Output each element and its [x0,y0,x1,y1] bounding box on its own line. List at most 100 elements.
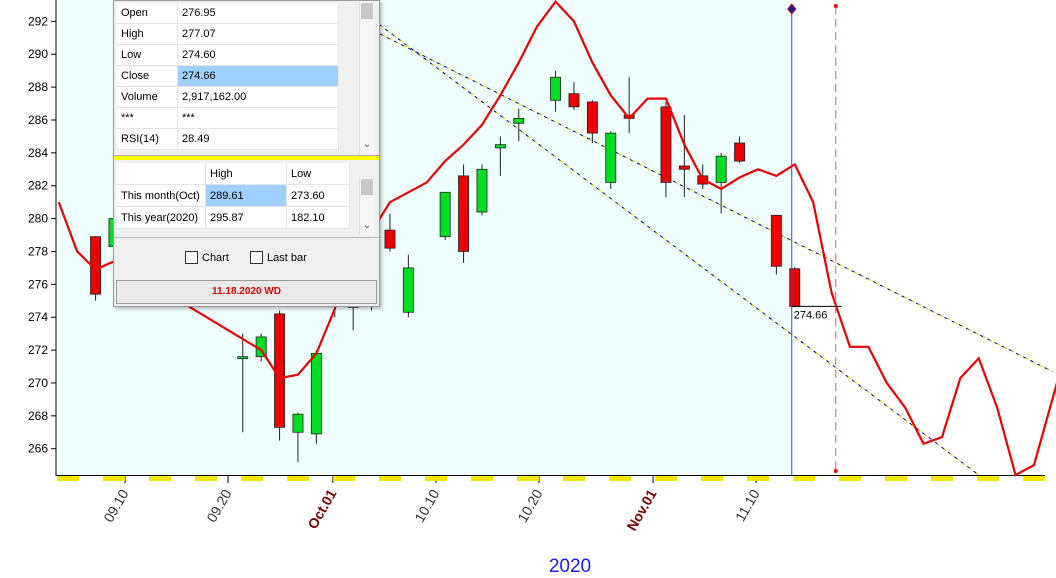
table-row: Low 274.60 [117,44,339,66]
y-tick-label: 292 [28,14,48,28]
date-marker-block [333,476,355,481]
checkbox-label: Chart [202,251,229,264]
data-info-panel: Open 276.95 High 277.07 Low 274.60 Close 274… [113,0,380,307]
row-label: This month(Oct) [117,184,206,207]
x-tick-label: 09.20 [203,486,234,525]
date-marker-block [149,476,171,481]
date-marker-block [471,476,493,481]
x-axis-year-label: 2020 [548,556,592,577]
panel-controls: Chart Last bar [114,237,379,278]
candle-up [476,168,488,213]
checkbox-box[interactable] [185,251,198,264]
date-marker-block [747,476,769,481]
candle-down [660,106,672,183]
row-low: 182.10 [286,206,350,229]
date-marker-block [655,476,677,481]
scroll-down-arrow[interactable]: ⌄ [360,220,374,231]
scroll-down-arrow[interactable]: ⌄ [360,139,374,150]
row-label: RSI(14) [117,128,178,150]
ohlc-table: Open 276.95 High 277.07 Low 274.60 Close 274… [117,3,339,150]
ohlc-scrollbar[interactable]: ⌄ [359,1,374,153]
table-row: *** *** [117,107,339,129]
candle-down [770,214,782,267]
candle-up [715,155,727,183]
date-marker-block [701,476,723,481]
candle-down [384,229,396,249]
y-tick-label: 270 [28,376,48,390]
row-label: Volume [117,86,178,108]
row-label: Open [117,3,178,24]
x-axis-ticks: 09.10 09.20 Oct.01 10.10 10.20 Nov.01 11.10 [100,475,763,533]
row-value: 2,917,162.00 [177,86,339,108]
date-marker-block [287,476,309,481]
table-row: RSI(14) 28.49 [117,128,339,150]
scrollbar-thumb[interactable] [361,179,373,195]
candle-down [734,142,746,162]
candle-down [678,165,690,170]
row-value-selected[interactable]: 274.66 [177,65,339,87]
row-high-selected[interactable]: 289.61 [205,184,287,207]
x-tick-label: 11.10 [732,486,763,524]
date-marker-block [977,476,999,481]
date-marker-block [563,476,585,481]
y-tick-label: 278 [28,244,48,258]
table-row: Open 276.95 [117,3,339,24]
future-date-dot [833,4,838,8]
y-tick-label: 276 [28,277,48,291]
row-value: 28.49 [177,128,339,150]
header-blank [117,163,206,185]
row-low: 273.60 [286,184,350,207]
row-high: 295.87 [205,206,287,229]
date-marker-block [103,476,125,481]
table-header-row: High Low [117,163,350,185]
y-tick-label: 290 [28,47,48,61]
y-tick-label: 268 [28,409,48,423]
checkbox-box[interactable] [250,251,263,264]
date-marker-block [793,476,815,481]
row-value: 276.95 [177,3,339,24]
candle-down [274,313,286,428]
candle-down [586,101,598,134]
candle-up [237,356,249,360]
y-tick-label: 280 [28,212,48,226]
candle-up [605,132,617,183]
y-tick-label: 274 [28,310,48,324]
table-row: High 277.07 [117,23,339,45]
y-tick-label: 286 [28,113,48,127]
last-bar-checkbox[interactable]: Last bar [250,251,307,264]
candle-up [310,352,322,435]
candle-up [292,413,304,433]
date-marker-block [931,476,953,481]
cursor-markers: 274.66 [787,3,842,475]
candle-down [458,175,470,252]
period-scrollbar[interactable]: ⌄ [359,177,374,235]
date-marker-block [839,476,861,481]
candle-down [789,268,801,307]
row-value: 277.07 [177,23,339,45]
date-label: 11.18.2020 WD [116,280,377,304]
date-marker-block [1023,476,1045,481]
date-marker-block [241,476,263,481]
period-table: High Low This month(Oct) 289.61 273.60 T… [117,163,350,229]
y-tick-label: 266 [28,442,48,456]
table-row: This month(Oct) 289.61 273.60 [117,184,350,207]
candle-up [513,117,525,124]
date-marker-block [57,476,79,481]
date-marker-block [195,476,217,481]
scrollbar-thumb[interactable] [361,3,373,19]
candle-up [550,76,562,101]
y-axis-ticks: 266 268 270 272 274 276 278 280 282 284 286 288 290 2… [28,14,56,456]
chart-checkbox[interactable]: Chart [185,251,229,264]
row-label: High [117,23,178,45]
y-tick-label: 272 [28,343,48,357]
panel-splitter[interactable] [114,155,379,160]
candle-up [402,267,414,313]
date-marker-block [379,476,401,481]
row-value: *** [177,107,339,129]
candle-up [439,191,451,238]
table-row: Close 274.66 [117,65,339,87]
last-price-label: 274.66 [794,309,828,321]
candle-down [568,93,580,108]
x-tick-label: Oct.01 [304,486,339,531]
x-tick-label: 10.20 [514,486,545,525]
